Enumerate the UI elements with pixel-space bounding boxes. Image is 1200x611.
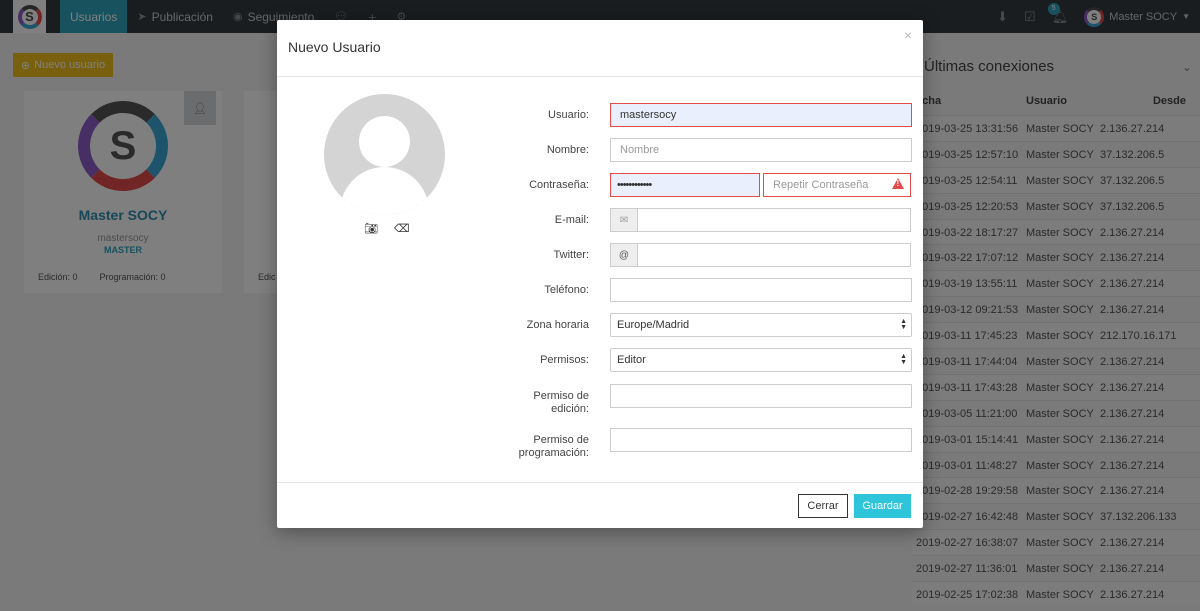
timezone-value: Europe/Madrid [617,319,690,331]
password-input[interactable]: •••••••••••• [610,173,760,197]
edit-permission-field[interactable] [610,384,912,408]
edit-permission-label: Permiso de edición: [479,390,589,416]
timezone-label: Zona horaria [526,319,589,331]
envelope-icon: ✉ [610,208,638,232]
save-button[interactable]: Guardar [854,494,911,518]
new-user-modal: Nuevo Usuario × 📷︎ ⌫ Usuario: mastersocy… [277,20,923,528]
twitter-label: Twitter: [553,249,589,261]
label-line: Permiso de [533,390,589,402]
select-arrows-icon: ▲ ▼ [900,318,907,331]
repeat-password-input[interactable]: Repetir Contraseña [763,173,911,197]
label-line: programación: [518,447,589,459]
usuario-label: Usuario: [548,109,589,121]
permisos-select[interactable]: Editor ▲ ▼ [610,348,912,372]
permisos-label: Permisos: [540,354,589,366]
avatar-actions: 📷︎ ⌫ [364,222,410,235]
programming-permission-label: Permiso de programación: [479,434,589,460]
repeat-password-placeholder: Repetir Contraseña [773,179,869,191]
camera-icon[interactable]: 📷︎ [364,222,378,235]
password-label: Contraseña: [529,179,589,191]
divider [277,76,923,77]
avatar-placeholder [324,94,445,215]
nombre-input[interactable]: Nombre [610,138,912,162]
usuario-input[interactable]: mastersocy [610,103,912,127]
telefono-field[interactable] [610,278,912,302]
avatar-head [359,116,410,167]
select-arrows-icon: ▲ ▼ [900,353,907,366]
nombre-label: Nombre: [546,144,589,156]
permisos-value: Editor [617,354,646,366]
avatar-body [340,167,429,215]
at-sign-icon: @ [610,243,638,267]
cancel-button[interactable]: Cerrar [798,494,848,518]
eraser-icon[interactable]: ⌫ [394,222,410,235]
divider [277,482,923,483]
modal-title: Nuevo Usuario [288,39,381,55]
warning-icon [892,178,904,189]
email-label: E-mail: [554,214,589,226]
telefono-label: Teléfono: [544,284,589,296]
close-icon[interactable]: × [904,27,912,43]
programming-permission-field[interactable] [610,428,912,452]
twitter-field[interactable] [637,243,911,267]
email-field[interactable] [637,208,911,232]
label-line: Permiso de [533,434,589,446]
label-line: edición: [551,403,589,415]
timezone-select[interactable]: Europe/Madrid ▲ ▼ [610,313,912,337]
